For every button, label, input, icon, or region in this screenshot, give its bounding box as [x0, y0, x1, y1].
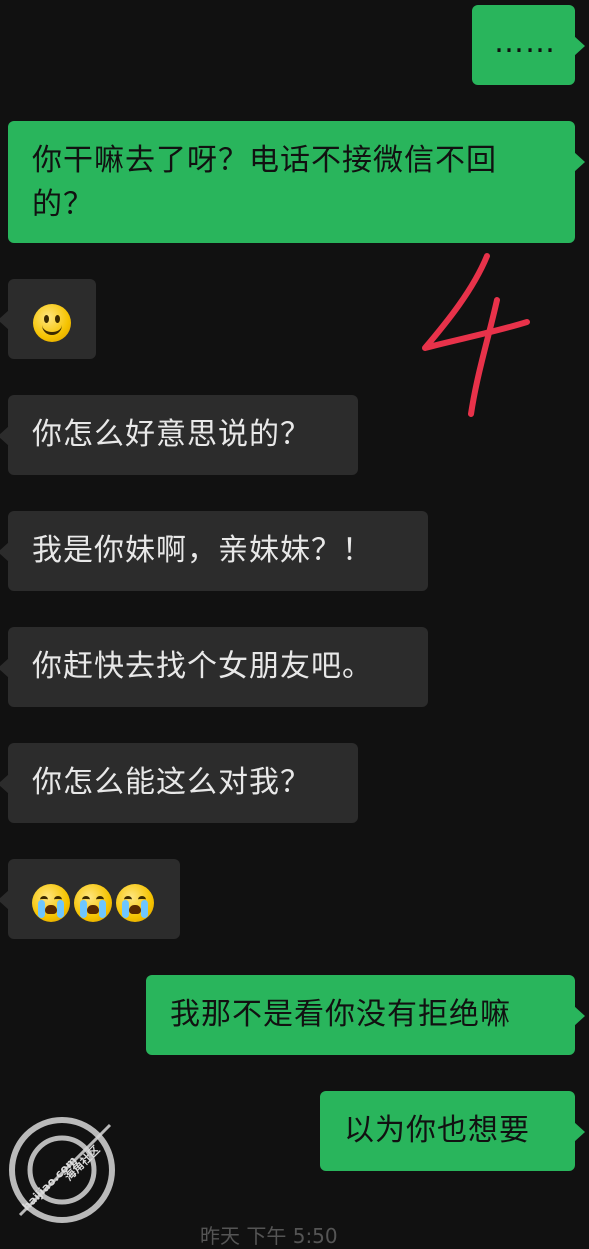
message-bubble-received[interactable]: 我是你妹啊，亲妹妹？！ [0, 511, 428, 591]
message-bubble-sent[interactable]: 你干嘛去了呀？电话不接微信不回的？ [8, 121, 585, 243]
message-text: 以为你也想要 [344, 1113, 530, 1148]
crying-emoji-icon [116, 883, 154, 922]
handwritten-number-annotation [422, 253, 530, 417]
message-text: 我那不是看你没有拒绝嘛 [170, 997, 511, 1032]
message-text: 你怎么好意思说的？ [32, 417, 311, 452]
smile-emoji-icon [33, 303, 71, 342]
message-timestamp: 昨天 下午 5:50 [200, 1224, 338, 1248]
message-text: 你赶快去找个女朋友吧。 [32, 649, 373, 684]
message-bubble-received[interactable]: 你怎么好意思说的？ [0, 395, 358, 475]
message-bubble-sent[interactable]: …… [472, 5, 585, 85]
message-bubble-sent[interactable]: 以为你也想要 [320, 1091, 585, 1171]
message-text: 你干嘛去了呀？电话不接微信不回的？ [32, 143, 497, 222]
message-text: 你怎么能这么对我？ [32, 765, 311, 800]
message-text: …… [494, 25, 556, 60]
message-bubble-received[interactable]: 你怎么能这么对我？ [0, 743, 358, 823]
message-bubble-received[interactable] [0, 279, 96, 359]
message-bubble-sent[interactable]: 我那不是看你没有拒绝嘛 [146, 975, 585, 1055]
message-bubble-received[interactable] [0, 859, 180, 939]
message-text: 我是你妹啊，亲妹妹？！ [32, 533, 373, 568]
crying-emoji-icon [32, 883, 70, 922]
message-bubble-received[interactable]: 你赶快去找个女朋友吧。 [0, 627, 428, 707]
crying-emoji-icon [74, 883, 112, 922]
watermark-logo: 海角社区 haijiao.com [0, 1105, 130, 1235]
